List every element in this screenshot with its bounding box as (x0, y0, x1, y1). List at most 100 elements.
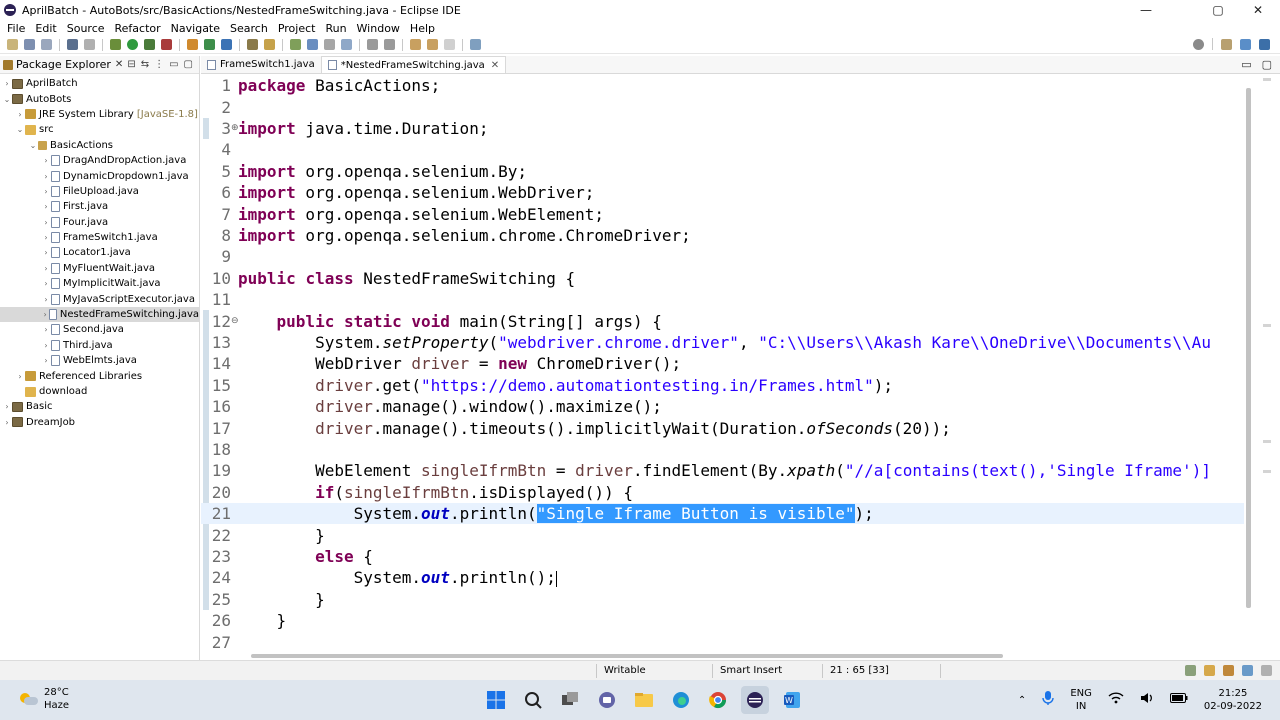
toggle-word-wrap-icon[interactable] (307, 39, 318, 50)
run-icon[interactable] (127, 39, 138, 50)
language-indicator[interactable]: ENG IN (1070, 687, 1092, 713)
tree-item[interactable]: ⌄ AutoBots (0, 91, 199, 106)
code-line[interactable]: 12 ⊖ public static void main(String[] arg… (201, 310, 1244, 331)
toggle-mark-occurrences-icon[interactable] (290, 39, 301, 50)
back-icon[interactable] (427, 39, 438, 50)
menu-navigate[interactable]: Navigate (171, 22, 220, 35)
new-java-project-icon[interactable] (187, 39, 198, 50)
volume-icon[interactable] (1140, 692, 1154, 708)
expand-toggle-icon[interactable]: › (41, 156, 51, 165)
expand-toggle-icon[interactable]: › (15, 110, 25, 119)
code-line[interactable]: 16 driver.manage().window().maximize(); (201, 396, 1244, 417)
code-line[interactable]: 27 (201, 631, 1244, 652)
code-text[interactable]: import org.openqa.selenium.WebElement; (238, 205, 604, 224)
windows-start-icon[interactable] (482, 686, 510, 714)
debug-icon[interactable] (110, 39, 121, 50)
java-ee-perspective-icon[interactable] (1240, 38, 1251, 50)
code-text[interactable]: public static void main(String[] args) { (238, 312, 662, 331)
skip-breakpoints-icon[interactable] (84, 39, 95, 50)
tree-item[interactable]: › FrameSwitch1.java (0, 230, 199, 245)
last-edit-location-icon[interactable] (410, 39, 421, 50)
open-type-icon[interactable] (247, 39, 258, 50)
expand-toggle-icon[interactable]: › (41, 202, 51, 211)
menu-window[interactable]: Window (357, 22, 400, 35)
expand-toggle-icon[interactable]: › (41, 233, 51, 242)
horizontal-scroll-thumb[interactable] (251, 654, 1003, 658)
save-all-icon[interactable] (41, 39, 52, 50)
code-line[interactable]: 2 (201, 96, 1244, 117)
code-line[interactable]: 8 import org.openqa.selenium.chrome.Chrom… (201, 225, 1244, 246)
menu-file[interactable]: File (7, 22, 25, 35)
minimize-view-icon[interactable]: ▭ (169, 59, 178, 70)
code-text[interactable]: driver.get("https://demo.automationtesti… (238, 376, 893, 395)
show-hidden-icons[interactable]: ⌃ (1018, 694, 1026, 707)
overview-mark[interactable] (1263, 324, 1271, 327)
tab-nestedframeswitching[interactable]: *NestedFrameSwitching.java ✕ (320, 56, 507, 73)
tree-item[interactable]: › Four.java (0, 215, 199, 230)
code-line[interactable]: 6 import org.openqa.selenium.WebDriver; (201, 182, 1244, 203)
code-line[interactable]: 18 (201, 439, 1244, 460)
menu-project[interactable]: Project (278, 22, 316, 35)
maximize-button[interactable]: ▢ (1200, 0, 1236, 20)
tab-frameswitch1[interactable]: FrameSwitch1.java (201, 56, 321, 73)
code-line[interactable]: 3 ⊕ import java.time.Duration; (201, 118, 1244, 139)
notification-icon[interactable] (1204, 665, 1215, 676)
code-line[interactable]: 19 WebElement singleIfrmBtn = driver.fin… (201, 460, 1244, 481)
tree-item[interactable]: › WebElmts.java (0, 353, 199, 368)
expand-toggle-icon[interactable]: › (41, 310, 49, 319)
code-editor[interactable]: 1 package BasicActions; 2 3 ⊕ import java.tim… (201, 74, 1244, 654)
code-text[interactable]: WebElement singleIfrmBtn = driver.findEl… (238, 461, 1211, 480)
code-text[interactable]: import org.openqa.selenium.chrome.Chrome… (238, 226, 691, 245)
code-line[interactable]: 11 (201, 289, 1244, 310)
code-line[interactable]: 21 System.out.println("Single Iframe But… (201, 503, 1244, 525)
code-text[interactable]: } (238, 611, 287, 630)
code-text[interactable]: public class NestedFrameSwitching { (238, 269, 575, 288)
code-line[interactable]: 10 public class NestedFrameSwitching { (201, 268, 1244, 289)
link-with-editor-icon[interactable]: ⇆ (141, 59, 149, 70)
vertical-scroll-thumb[interactable] (1246, 88, 1251, 608)
code-line[interactable]: 15 driver.get("https://demo.automationte… (201, 375, 1244, 396)
menu-run[interactable]: Run (325, 22, 346, 35)
expand-toggle-icon[interactable]: › (2, 402, 12, 411)
maximize-view-icon[interactable]: ▢ (184, 59, 193, 70)
progress-icon[interactable] (1242, 665, 1253, 676)
taskbar-search-icon[interactable] (519, 686, 547, 714)
teams-chat-icon[interactable] (593, 686, 621, 714)
status-cursor-position[interactable]: 21 : 65 [33] (830, 665, 889, 676)
pin-editor-icon[interactable] (470, 39, 481, 50)
code-line[interactable]: 5 import org.openqa.selenium.By; (201, 161, 1244, 182)
code-line[interactable]: 23 else { (201, 546, 1244, 567)
overview-ruler[interactable] (1260, 74, 1274, 654)
code-line[interactable]: 26 } (201, 610, 1244, 631)
expand-toggle-icon[interactable]: › (41, 341, 51, 350)
code-line[interactable]: 17 driver.manage().timeouts().implicitly… (201, 417, 1244, 438)
battery-icon[interactable] (1169, 693, 1188, 707)
package-explorer-title[interactable]: Package Explorer (16, 58, 111, 71)
overview-mark[interactable] (1263, 78, 1271, 81)
tree-item[interactable]: download (0, 384, 199, 399)
expand-toggle-icon[interactable]: ⌄ (2, 95, 12, 104)
new-package-icon[interactable] (204, 39, 215, 50)
external-tools-icon[interactable] (161, 39, 172, 50)
tree-item[interactable]: › Locator1.java (0, 245, 199, 260)
code-line[interactable]: 25 } (201, 589, 1244, 610)
status-insert-mode[interactable]: Smart Insert (720, 665, 782, 676)
search-icon[interactable] (1193, 38, 1204, 50)
code-text[interactable]: WebDriver driver = new ChromeDriver(); (238, 354, 681, 373)
code-line[interactable]: 13 System.setProperty("webdriver.chrome.… (201, 332, 1244, 353)
tree-item[interactable]: › First.java (0, 199, 199, 214)
code-text[interactable]: import org.openqa.selenium.WebDriver; (238, 183, 594, 202)
expand-toggle-icon[interactable]: › (2, 418, 12, 427)
code-line[interactable]: 7 import org.openqa.selenium.WebElement; (201, 203, 1244, 224)
file-explorer-icon[interactable] (630, 686, 658, 714)
weather-widget[interactable]: 28°C Haze (18, 686, 69, 712)
code-text[interactable]: System.out.println(); (238, 568, 557, 587)
menu-source[interactable]: Source (67, 22, 105, 35)
close-tab-icon[interactable]: ✕ (491, 60, 499, 71)
expand-toggle-icon[interactable]: › (15, 372, 25, 381)
code-line[interactable]: 20 if(singleIfrmBtn.isDisplayed()) { (201, 482, 1244, 503)
code-text[interactable]: package BasicActions; (238, 76, 440, 95)
expand-toggle-icon[interactable]: › (41, 172, 51, 181)
tree-item[interactable]: › DreamJob (0, 415, 199, 430)
view-menu-icon[interactable]: ⋮ (154, 59, 164, 70)
